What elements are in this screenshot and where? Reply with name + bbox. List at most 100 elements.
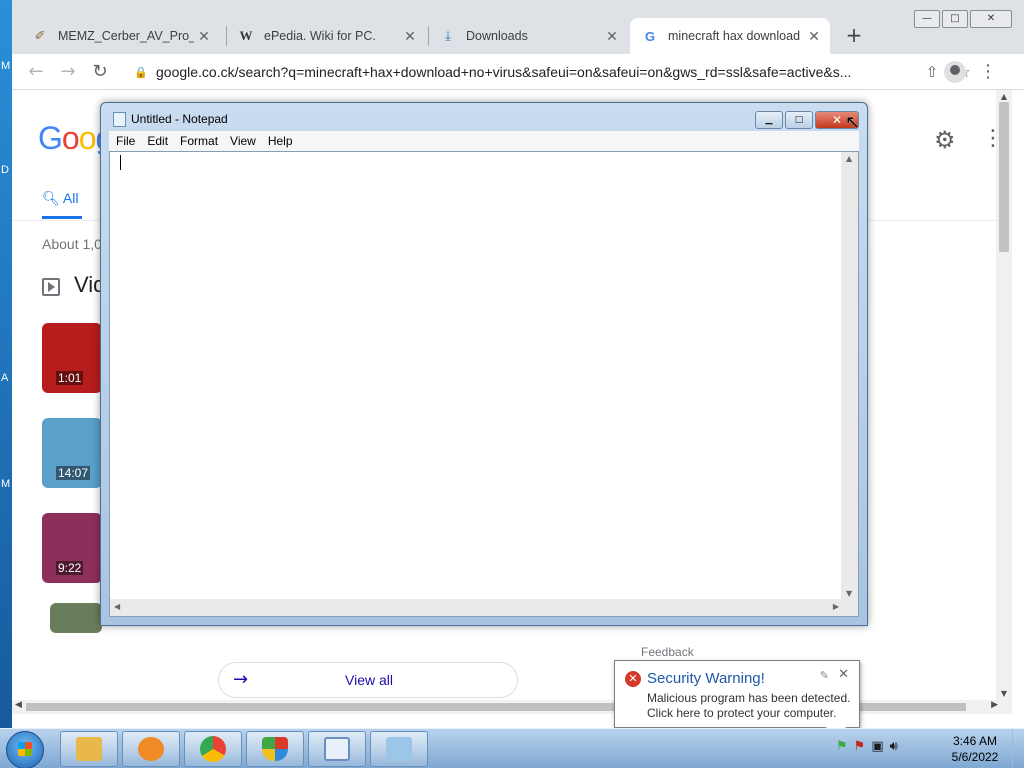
notepad-icon bbox=[386, 737, 412, 761]
taskbar-chrome[interactable] bbox=[184, 731, 242, 767]
settings-gear-icon[interactable]: ⚙ bbox=[934, 126, 956, 154]
menu-edit[interactable]: Edit bbox=[147, 134, 168, 148]
minimize-button[interactable]: ▁ bbox=[755, 111, 783, 129]
folder-icon bbox=[76, 737, 102, 761]
new-tab-button[interactable]: + bbox=[842, 24, 866, 48]
shield-flag-icon[interactable]: ⚑ bbox=[836, 739, 848, 754]
scroll-file-icon: ✐ bbox=[34, 28, 46, 43]
network-icon[interactable]: ▣ bbox=[871, 739, 883, 754]
tab-label: MEMZ_Cerber_AV_Pro_20 bbox=[58, 29, 194, 43]
text-editor[interactable]: ▲ ▼ ◀ ▶ bbox=[109, 151, 859, 617]
active-tab-indicator bbox=[42, 216, 82, 219]
scroll-up-icon[interactable]: ▲ bbox=[996, 92, 1012, 101]
options-icon[interactable]: ✎ bbox=[820, 669, 829, 682]
start-button[interactable] bbox=[6, 731, 44, 768]
window-controls: ▁ □ ✕ bbox=[755, 111, 859, 129]
taskbar-notepad[interactable] bbox=[370, 731, 428, 767]
share-icon[interactable]: ⇧ bbox=[920, 63, 944, 81]
menu-help[interactable]: Help bbox=[268, 134, 293, 148]
menu-format[interactable]: Format bbox=[180, 134, 218, 148]
forward-arrow-icon: → bbox=[60, 61, 76, 82]
shield-icon bbox=[262, 737, 288, 761]
video-thumbnail[interactable]: 1:01 bbox=[42, 323, 102, 393]
close-icon[interactable]: ✕ bbox=[838, 667, 849, 682]
scroll-left-icon[interactable]: ◀ bbox=[15, 700, 22, 710]
video-duration: 14:07 bbox=[56, 466, 91, 480]
forward-button[interactable]: → bbox=[56, 60, 80, 84]
close-tab-icon[interactable]: ✕ bbox=[194, 28, 214, 45]
taskbar-media-player[interactable] bbox=[122, 731, 180, 767]
video-thumbnail[interactable] bbox=[50, 603, 102, 633]
menu-view[interactable]: View bbox=[230, 134, 256, 148]
chrome-menu-icon[interactable]: ⋮ bbox=[978, 60, 998, 84]
clock[interactable]: 3:46 AM 5/6/2022 bbox=[940, 733, 1010, 765]
video-thumbnail[interactable]: 9:22 bbox=[42, 513, 102, 583]
tab-label: ePedia. Wiki for PC. bbox=[264, 29, 376, 43]
taskbar-security[interactable] bbox=[246, 731, 304, 767]
reload-icon: ↻ bbox=[92, 61, 108, 82]
address-text[interactable]: google.co.ck/search?q=minecraft+hax+down… bbox=[156, 64, 920, 80]
video-thumbnail[interactable]: 14:07 bbox=[42, 418, 102, 488]
chrome-icon bbox=[200, 736, 226, 762]
tab-all[interactable]: 🔍︎ All bbox=[42, 190, 78, 207]
maximize-button[interactable]: □ bbox=[785, 111, 813, 129]
video-duration: 1:01 bbox=[56, 371, 84, 385]
taskbar-wordpad[interactable] bbox=[308, 731, 366, 767]
scrollbar-thumb[interactable] bbox=[999, 102, 1009, 252]
tab-epedia[interactable]: W ePedia. Wiki for PC. ✕ bbox=[226, 18, 426, 54]
action-center-icon[interactable]: ⚑ bbox=[854, 739, 866, 754]
horizontal-scrollbar[interactable]: ◀ ▶ bbox=[12, 700, 1012, 714]
tab-memz[interactable]: ✐ MEMZ_Cerber_AV_Pro_20 ✕ bbox=[20, 18, 220, 54]
clock-time: 3:46 AM bbox=[952, 734, 998, 748]
wordpad-icon bbox=[324, 737, 350, 761]
logo-letter: o bbox=[78, 120, 97, 156]
text-caret bbox=[120, 155, 121, 170]
volume-icon[interactable]: 🔊︎ bbox=[890, 739, 898, 754]
scroll-down-icon[interactable]: ▼ bbox=[996, 689, 1012, 698]
address-bar[interactable]: 🔒 google.co.ck/search?q=minecraft+hax+do… bbox=[124, 58, 984, 86]
scroll-up-icon[interactable]: ▲ bbox=[846, 154, 852, 163]
desktop-icon-label[interactable]: D bbox=[1, 164, 9, 176]
back-arrow-icon: ← bbox=[28, 61, 44, 82]
security-warning-balloon[interactable]: ✕ Security Warning! Malicious program ha… bbox=[614, 660, 860, 728]
logo-letter: G bbox=[38, 120, 63, 156]
desktop-icon-label[interactable]: M bbox=[1, 478, 10, 490]
tab-downloads[interactable]: ⤓ Downloads ✕ bbox=[428, 18, 628, 54]
download-icon: ⤓ bbox=[445, 28, 451, 43]
feedback-link[interactable]: Feedback bbox=[641, 645, 694, 659]
logo-letter: o bbox=[61, 120, 80, 156]
close-window-button[interactable]: ✕ bbox=[970, 10, 1012, 28]
taskbar-explorer[interactable] bbox=[60, 731, 118, 767]
horizontal-scrollbar[interactable]: ◀ ▶ bbox=[110, 599, 843, 616]
tab-label: minecraft hax download bbox=[668, 29, 801, 43]
maximize-button[interactable]: □ bbox=[942, 10, 968, 28]
desktop-background: M D A M bbox=[0, 0, 12, 728]
view-all-button[interactable]: → View all bbox=[218, 662, 518, 698]
profile-avatar[interactable] bbox=[944, 61, 966, 83]
scroll-left-icon[interactable]: ◀ bbox=[114, 602, 120, 611]
minimize-button[interactable]: — bbox=[914, 10, 940, 28]
vertical-scrollbar[interactable]: ▲ ▼ bbox=[841, 152, 858, 600]
resize-grip[interactable] bbox=[841, 599, 858, 616]
close-tab-icon[interactable]: ✕ bbox=[602, 28, 622, 45]
notepad-icon bbox=[113, 112, 126, 127]
balloon-title: Security Warning! bbox=[647, 670, 765, 687]
scroll-right-icon[interactable]: ▶ bbox=[991, 700, 998, 710]
show-desktop-button[interactable] bbox=[1012, 729, 1024, 768]
balloon-message[interactable]: Click here to protect your computer. bbox=[647, 706, 836, 720]
vertical-scrollbar[interactable]: ▲ ▼ bbox=[996, 90, 1012, 700]
wordpress-icon: W bbox=[239, 28, 253, 43]
desktop-icon-label[interactable]: M bbox=[1, 60, 10, 72]
balloon-message: Malicious program has been detected. bbox=[647, 691, 851, 705]
back-button[interactable]: ← bbox=[24, 60, 48, 84]
tab-google-search[interactable]: G minecraft hax download ✕ bbox=[630, 18, 830, 54]
menu-file[interactable]: File bbox=[116, 134, 135, 148]
close-tab-icon[interactable]: ✕ bbox=[804, 28, 824, 45]
desktop-icon-label[interactable]: A bbox=[1, 372, 8, 384]
reload-button[interactable]: ↻ bbox=[88, 60, 112, 84]
scroll-down-icon[interactable]: ▼ bbox=[846, 589, 852, 598]
apps-menu-icon[interactable]: ⋮ bbox=[982, 126, 996, 151]
close-tab-icon[interactable]: ✕ bbox=[400, 28, 420, 45]
scroll-right-icon[interactable]: ▶ bbox=[833, 602, 839, 611]
view-all-label: View all bbox=[345, 672, 393, 688]
